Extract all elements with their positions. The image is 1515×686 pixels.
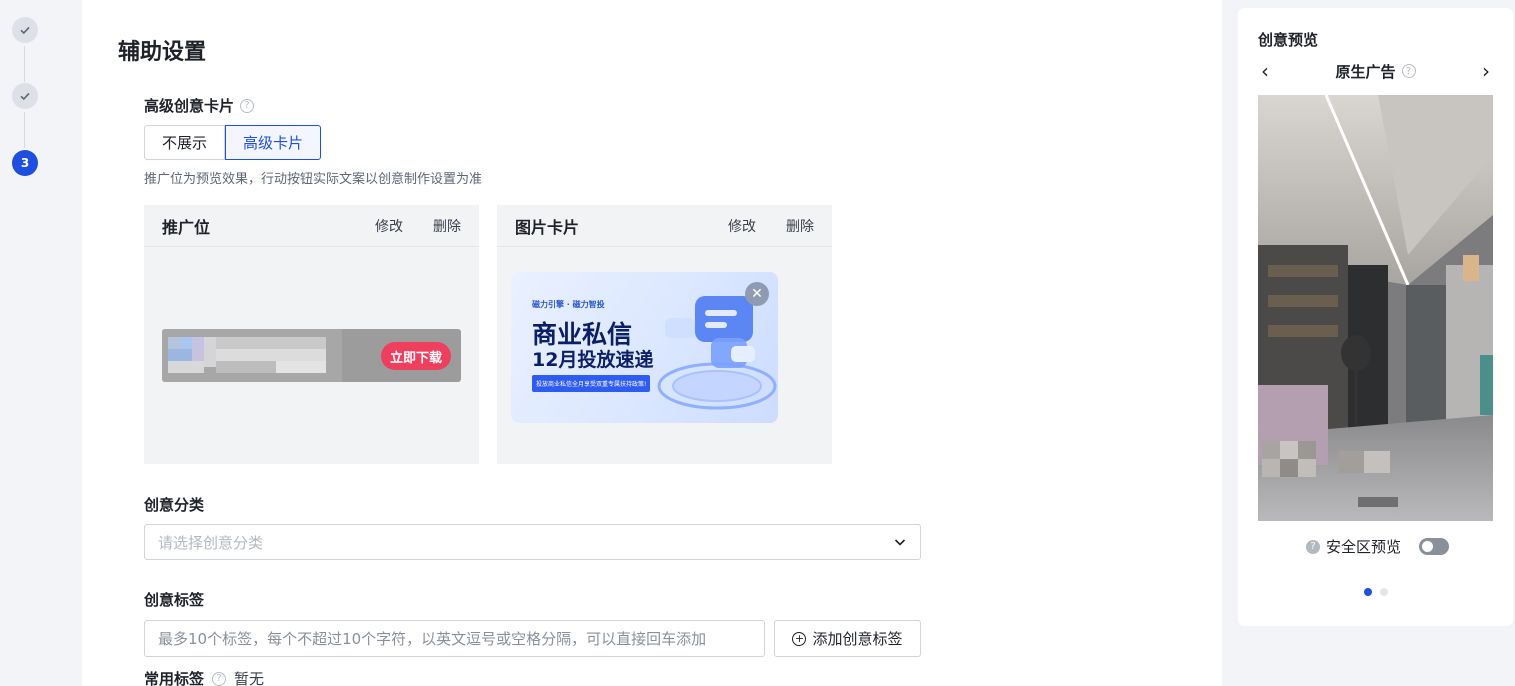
step-1-done[interactable] [12,17,38,43]
preview-title: 创意预览 [1258,31,1319,49]
help-icon[interactable]: ? [212,671,227,686]
tags-label: 创意标签 [144,591,205,609]
option-advanced-card[interactable]: 高级卡片 [225,125,322,160]
preview-mode: 原生广告 ? [1335,61,1416,82]
advanced-card-toggle: 不展示 高级卡片 [144,125,322,160]
check-icon [20,92,30,101]
ad-strip-preview: 立即下载 [162,329,461,382]
option-hide[interactable]: 不展示 [144,125,226,160]
pixel-block [216,361,276,373]
edit-button[interactable]: 修改 [375,216,403,236]
main-form: 辅助设置 高级创意卡片 ? 不展示 高级卡片 推广位为预览效果，行动按钮实际文案… [82,0,1222,686]
banner-image: 磁力引擎 · 磁力智投 商业私信 12月投放速递 投放商业私信全月享受双重专属扶… [511,272,778,423]
close-icon[interactable]: ✕ [745,282,769,306]
delete-button[interactable]: 删除 [786,216,814,236]
pixel-block [168,349,192,361]
pixel-block [204,337,216,367]
tag-input[interactable]: 最多10个标签，每个不超过10个字符，以英文逗号或空格分隔，可以直接回车添加 [144,620,765,657]
preview-mode-label: 原生广告 [1335,62,1396,81]
banner-tag: 投放商业私信全月享受双重专属扶持政策! [532,375,651,392]
banner-logo: 磁力引擎 · 磁力智投 [532,300,605,309]
add-tag-label: 添加创意标签 [812,630,903,648]
pixel-block [216,337,326,349]
plus-circle-icon: + [792,631,807,646]
card-header: 图片卡片 修改 删除 [497,205,832,247]
category-select[interactable]: 请选择创意分类 [144,524,921,560]
step-number: 3 [20,156,30,170]
card-header: 推广位 修改 删除 [144,205,479,247]
step-connector [24,112,25,148]
step-3-active[interactable]: 3 [12,150,38,176]
promo-slot-card: 推广位 修改 删除 立即下载 [144,205,479,464]
preview-hint: 推广位为预览效果，行动按钮实际文案以创意制作设置为准 [144,172,483,187]
check-icon [20,26,30,35]
common-tags-value: 暂无 [234,670,265,686]
chevron-right-icon[interactable]: › [1479,59,1493,83]
pixel-block [216,349,326,361]
image-card: 图片卡片 修改 删除 磁力引擎 · 磁力智投 商业私信 12月投放速递 投放商业… [497,205,832,464]
add-tag-button[interactable]: + 添加创意标签 [774,620,921,657]
carousel-dots [1364,588,1388,596]
chevron-down-icon [894,539,906,546]
help-icon[interactable]: ? [1306,539,1320,554]
category-label: 创意分类 [144,496,205,514]
edit-button[interactable]: 修改 [728,216,756,236]
advanced-card-label-text: 高级创意卡片 [144,97,235,115]
card-title: 推广位 [162,217,211,237]
delete-button[interactable]: 删除 [433,216,461,236]
carousel-dot-2[interactable] [1380,588,1388,596]
safe-zone-row: ? 安全区预览 [1306,536,1450,557]
category-placeholder: 请选择创意分类 [158,533,264,552]
pixel-block [192,337,204,361]
pixel-block [168,337,180,349]
advanced-card-label: 高级创意卡片 ? [144,95,255,116]
carousel-dot-1[interactable] [1364,588,1372,596]
step-2-done[interactable] [12,83,38,109]
creative-preview-panel: 创意预览 ‹ 原生广告 ? › ? 安全区预览 [1238,8,1513,626]
step-rail: 3 [0,0,82,686]
pixel-block [168,361,204,373]
download-now-button[interactable]: 立即下载 [380,342,451,370]
tag-input-placeholder: 最多10个标签，每个不超过10个字符，以英文逗号或空格分隔，可以直接回车添加 [158,630,707,648]
banner-subline: 12月投放速递 [532,349,654,371]
card-title: 图片卡片 [515,217,580,237]
page-title: 辅助设置 [118,40,207,65]
preview-video-frame [1258,95,1493,521]
common-tags-row: 常用标签 ? 暂无 [144,668,264,686]
chevron-left-icon[interactable]: ‹ [1258,59,1272,83]
preview-nav: ‹ 原生广告 ? › [1258,59,1493,83]
safe-zone-label: 安全区预览 [1326,538,1402,556]
pixel-block [180,337,192,349]
step-connector [24,46,25,82]
pixel-block [276,361,326,373]
safe-zone-toggle[interactable] [1419,538,1450,555]
common-tags-label: 常用标签 [144,670,205,686]
room-photo [1258,95,1493,521]
help-icon[interactable]: ? [240,98,255,113]
help-icon[interactable]: ? [1401,64,1416,78]
